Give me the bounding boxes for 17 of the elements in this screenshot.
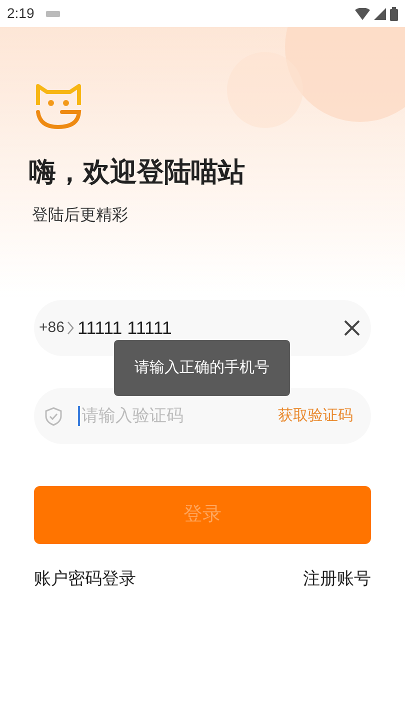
- close-icon[interactable]: [344, 320, 360, 336]
- text-link[interactable]: 注册账号: [303, 566, 371, 592]
- code-input[interactable]: 请输入验证码: [82, 403, 278, 429]
- cat-logo-icon: [35, 83, 82, 130]
- status-time: 2:19: [7, 4, 34, 23]
- keyboard-icon: [46, 10, 60, 16]
- toast: 请输入正确的手机号: [114, 340, 290, 396]
- text-link[interactable]: 账户密码登录: [34, 566, 136, 592]
- signal-icon: [374, 8, 386, 20]
- chevron-right-icon: [67, 321, 74, 335]
- welcome-title: 嗨，欢迎登陆喵站: [28, 156, 246, 189]
- battery-icon: [390, 6, 398, 20]
- wifi-icon: [355, 8, 370, 20]
- welcome-subtitle: 登陆后更精彩: [31, 206, 129, 226]
- phone-number: 11111 11111: [77, 316, 173, 340]
- shield-icon: [45, 406, 62, 426]
- country-code[interactable]: +86: [39, 316, 64, 340]
